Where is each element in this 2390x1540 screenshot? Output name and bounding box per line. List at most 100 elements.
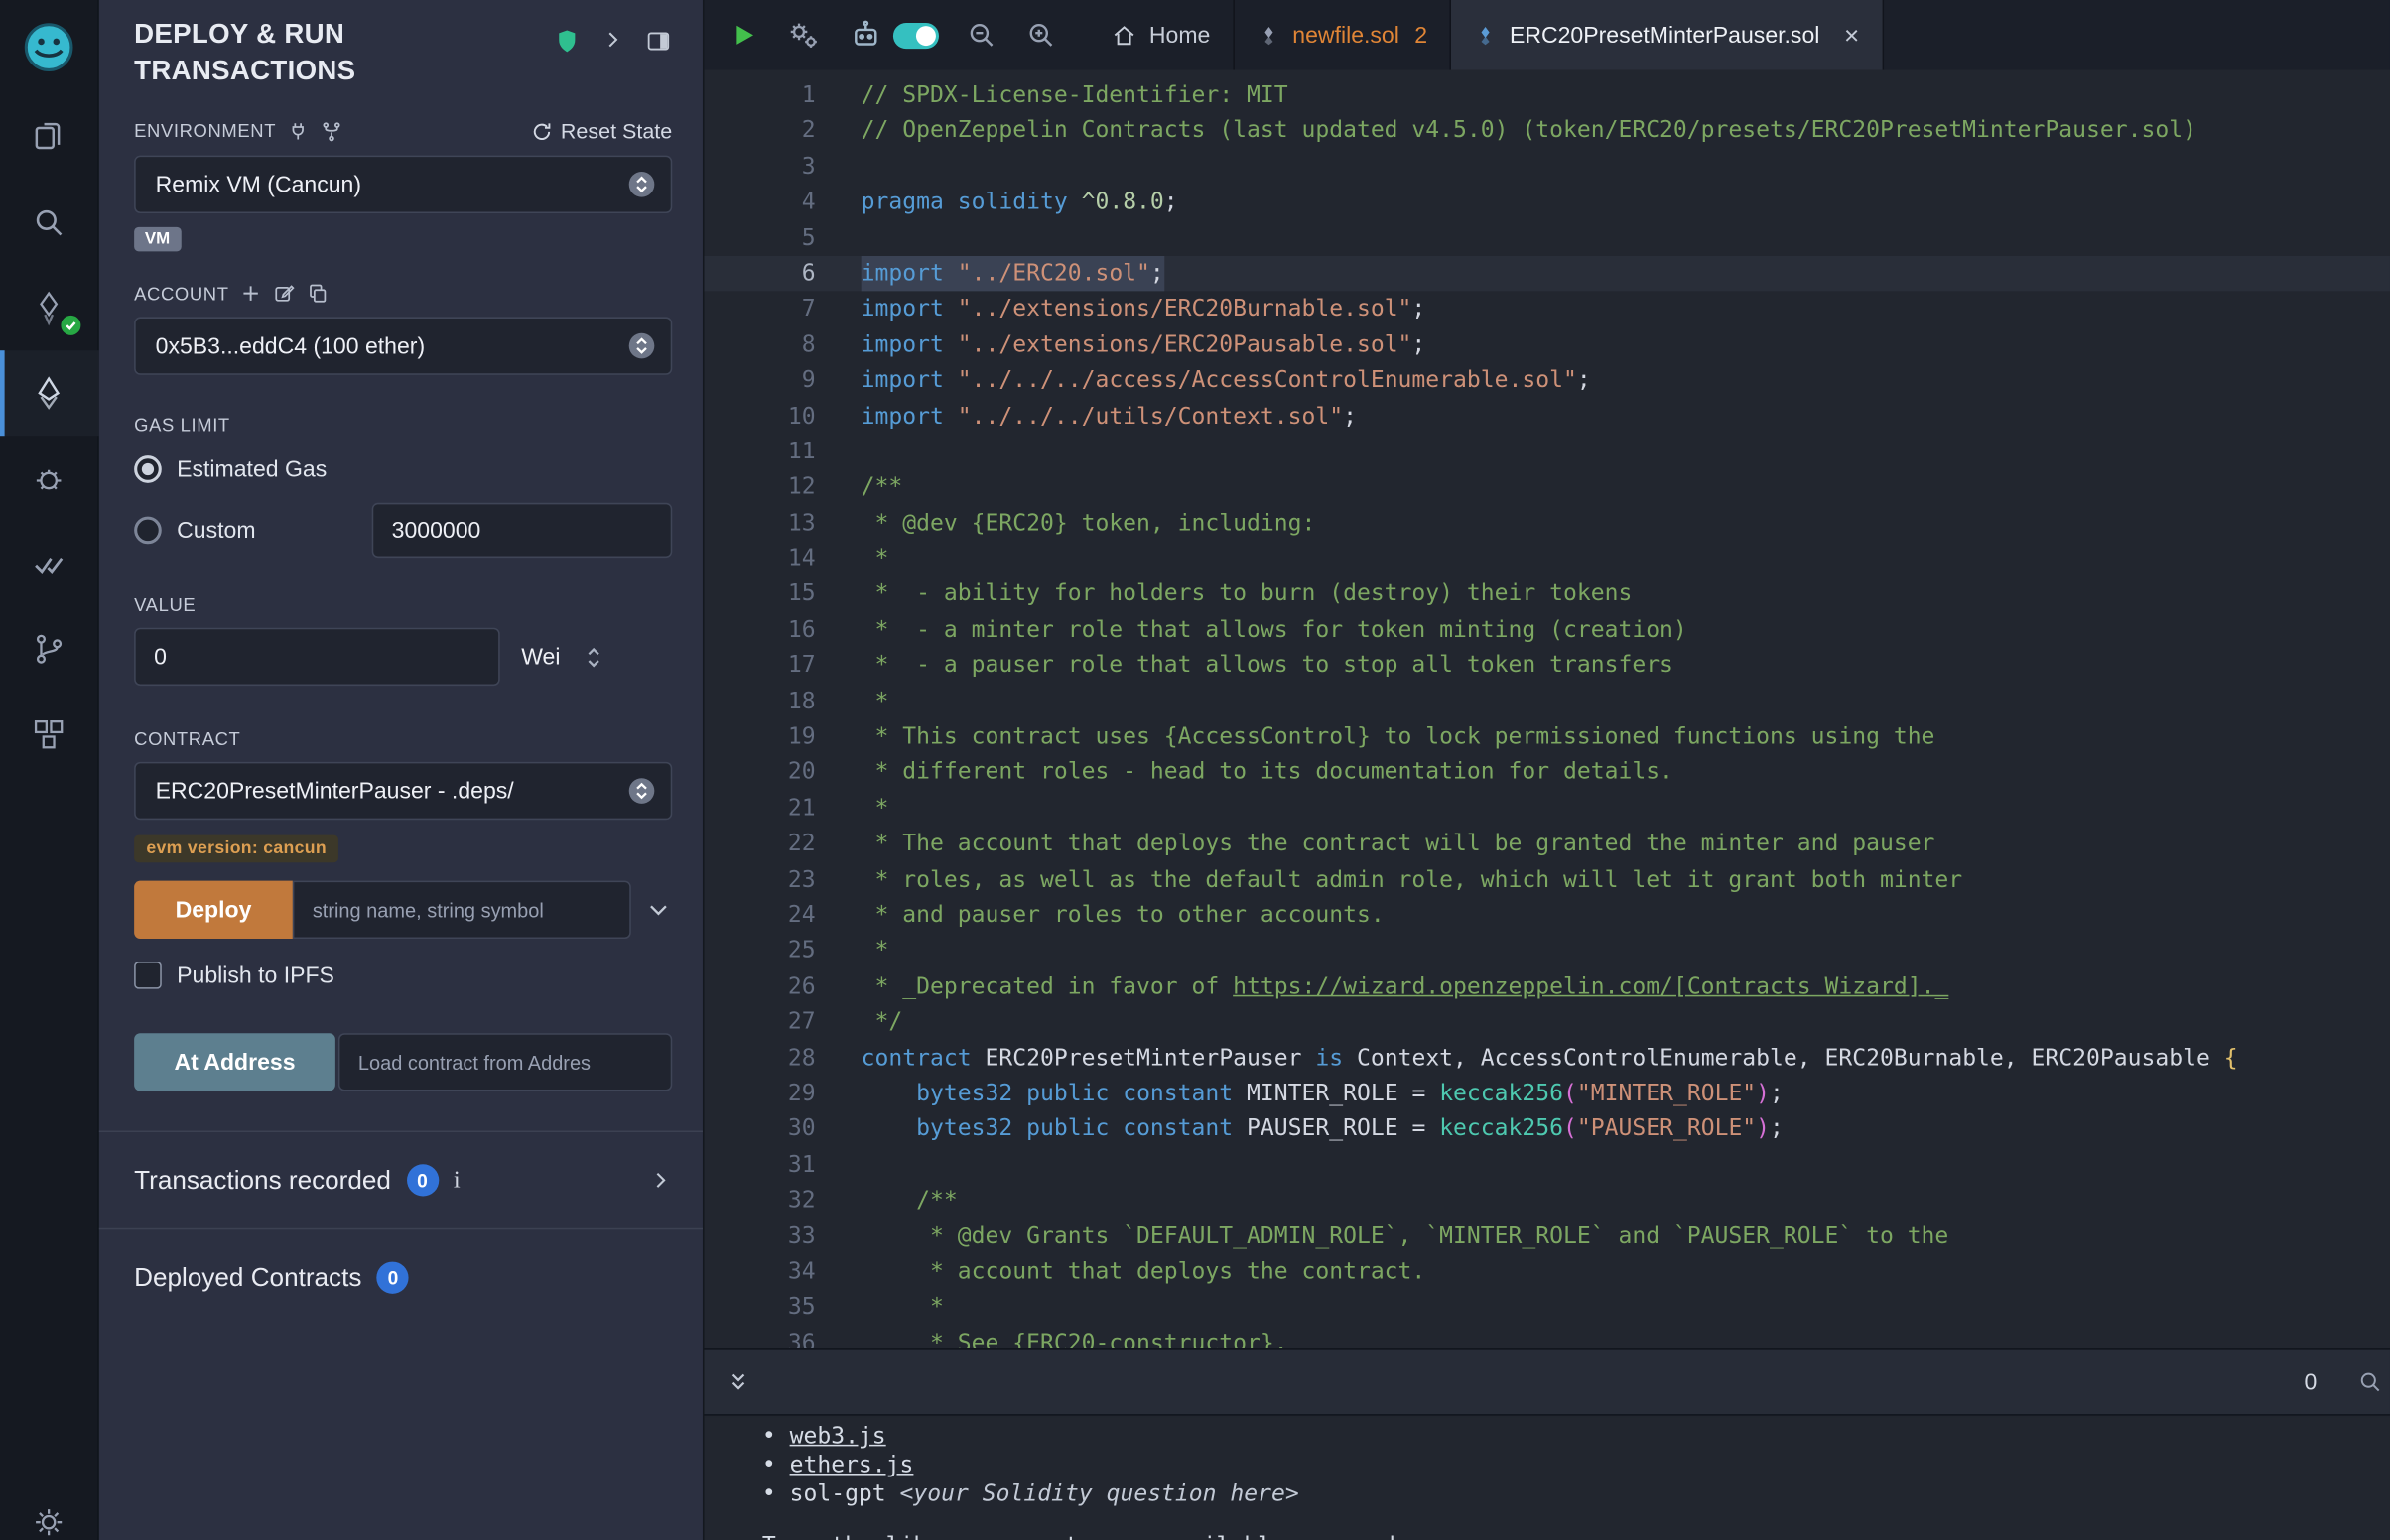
code-line[interactable]: 29 bytes32 public constant MINTER_ROLE =… [704,1076,2389,1111]
chevron-right-icon[interactable] [600,28,625,53]
pin-panel-icon[interactable] [645,28,673,56]
tab-erc20presetminterpauser[interactable]: ERC20PresetMinterPauser.sol × [1452,0,1884,70]
code-line[interactable]: 12/** [704,469,2389,505]
transactions-recorded-row[interactable]: Transactions recorded 0 i [134,1132,672,1228]
solidity-compiler-icon[interactable] [0,265,98,350]
code-line[interactable]: 9import "../../../access/AccessControlEn… [704,363,2389,399]
gears-icon[interactable] [785,17,822,54]
code-editor[interactable]: 1// SPDX-License-Identifier: MIT2// Open… [704,70,2389,1348]
code-line[interactable]: 17 * - a pauser role that allows to stop… [704,648,2389,684]
account-select[interactable]: 0x5B3...eddC4 (100 ether) [134,317,672,374]
estimated-gas-radio[interactable] [134,455,162,483]
code-line[interactable]: 32 /** [704,1183,2389,1219]
contract-select[interactable]: ERC20PresetMinterPauser - .deps/ [134,762,672,820]
editor-area: Home newfile.sol 2 ERC20PresetMinterPaus… [704,0,2389,1540]
chevron-down-icon[interactable] [645,896,673,924]
line-number: 33 [704,1219,815,1254]
code-line[interactable]: 15 * - ability for holders to burn (dest… [704,577,2389,612]
code-line[interactable]: 30 bytes32 public constant PAUSER_ROLE =… [704,1111,2389,1147]
zoom-in-icon[interactable] [1024,18,1058,52]
unit-testing-icon[interactable] [0,521,98,606]
constructor-args-input[interactable] [293,881,631,939]
line-number: 4 [704,185,815,220]
edit-icon[interactable] [273,282,296,305]
code-line[interactable]: 6import "../ERC20.sol"; [704,256,2389,292]
debugger-icon[interactable] [0,436,98,521]
value-input[interactable] [134,628,500,686]
custom-gas-radio[interactable] [134,517,162,545]
unit-spinner-icon[interactable] [582,644,604,670]
code-line[interactable]: 3 [704,149,2389,185]
environment-select[interactable]: Remix VM (Cancun) [134,156,672,213]
code-line[interactable]: 14 * [704,541,2389,577]
deploy-button[interactable]: Deploy [134,881,293,939]
reset-state-button[interactable]: Reset State [530,119,672,144]
code-line[interactable]: 36 * See {ERC20-constructor}. [704,1326,2389,1349]
at-address-button[interactable]: At Address [134,1033,335,1091]
search-icon[interactable] [0,180,98,265]
code-line[interactable]: 5 [704,220,2389,256]
line-number: 12 [704,469,815,505]
plugin-manager-icon[interactable] [0,692,98,777]
plug-icon[interactable] [287,120,310,143]
code-line[interactable]: 34 * account that deploys the contract. [704,1254,2389,1290]
info-icon: i [454,1167,461,1195]
code-line[interactable]: 27 */ [704,1004,2389,1040]
code-line[interactable]: 1// SPDX-License-Identifier: MIT [704,77,2389,113]
code-line[interactable]: 11 [704,435,2389,470]
git-icon[interactable] [0,606,98,692]
ai-toggle[interactable] [893,22,939,48]
account-label: ACCOUNT [134,283,228,304]
publish-ipfs-checkbox[interactable] [134,962,162,989]
compiled-check-icon [61,316,80,335]
code-line[interactable]: 18 * [704,684,2389,719]
settings-gear-icon[interactable] [0,1479,98,1540]
code-line[interactable]: 20 * different roles - head to its docum… [704,755,2389,791]
play-icon[interactable] [729,20,759,51]
fork-icon[interactable] [321,120,343,143]
value-unit[interactable]: Wei [521,644,560,670]
search-icon[interactable] [2356,1368,2384,1396]
code-line[interactable]: 21 * [704,791,2389,827]
chevron-right-icon[interactable] [649,1169,672,1192]
at-address-input[interactable] [338,1033,672,1091]
close-tab-icon[interactable]: × [1844,22,1859,48]
code-line[interactable]: 7import "../extensions/ERC20Burnable.sol… [704,292,2389,327]
code-line[interactable]: 2// OpenZeppelin Contracts (last updated… [704,113,2389,149]
deploy-run-icon[interactable] [0,350,98,436]
collapse-chevrons-icon[interactable] [726,1369,751,1395]
code-line[interactable]: 4pragma solidity ^0.8.0; [704,185,2389,220]
terminal[interactable]: • web3.js • ethers.js • sol-gpt <your So… [704,1417,2389,1540]
code-line[interactable]: 23 * roles, as well as the default admin… [704,862,2389,898]
tab-home[interactable]: Home [1088,0,1234,70]
code-line[interactable]: 35 * [704,1290,2389,1326]
zoom-out-icon[interactable] [965,18,998,52]
select-stepper-icon [626,169,657,199]
plus-icon[interactable] [239,282,262,305]
custom-gas-input[interactable] [372,503,673,558]
remix-ide-window: DEPLOY & RUN TRANSACTIONS ENVIRONMENT Re… [0,0,2390,1540]
code-line[interactable]: 31 [704,1147,2389,1183]
remix-logo[interactable] [0,0,98,94]
code-line[interactable]: 33 * @dev Grants `DEFAULT_ADMIN_ROLE`, `… [704,1219,2389,1254]
code-line[interactable]: 19 * This contract uses {AccessControl} … [704,719,2389,755]
terminal-header[interactable]: 0 [704,1348,2389,1416]
panel-title: DEPLOY & RUN TRANSACTIONS [134,15,469,88]
code-line[interactable]: 13 * @dev {ERC20} token, including: [704,505,2389,541]
file-explorer-icon[interactable] [0,94,98,180]
deployed-contracts-row[interactable]: Deployed Contracts 0 [134,1229,672,1326]
web3-link[interactable]: web3.js [790,1422,886,1450]
code-line[interactable]: 24 * and pauser roles to other accounts. [704,898,2389,934]
code-line[interactable]: 22 * The account that deploys the contra… [704,827,2389,862]
code-line[interactable]: 28contract ERC20PresetMinterPauser is Co… [704,1040,2389,1076]
code-line[interactable]: 26 * _Deprecated in favor of https://wiz… [704,968,2389,1004]
code-line[interactable]: 10import "../../../utils/Context.sol"; [704,399,2389,435]
line-number: 5 [704,220,815,256]
ethers-link[interactable]: ethers.js [790,1451,914,1478]
code-line[interactable]: 8import "../extensions/ERC20Pausable.sol… [704,327,2389,363]
code-line[interactable]: 25 * [704,933,2389,968]
code-line[interactable]: 16 * - a minter role that allows for tok… [704,612,2389,648]
tab-newfile[interactable]: newfile.sol 2 [1235,0,1452,70]
copy-icon[interactable] [307,282,330,305]
line-number: 6 [704,256,815,292]
